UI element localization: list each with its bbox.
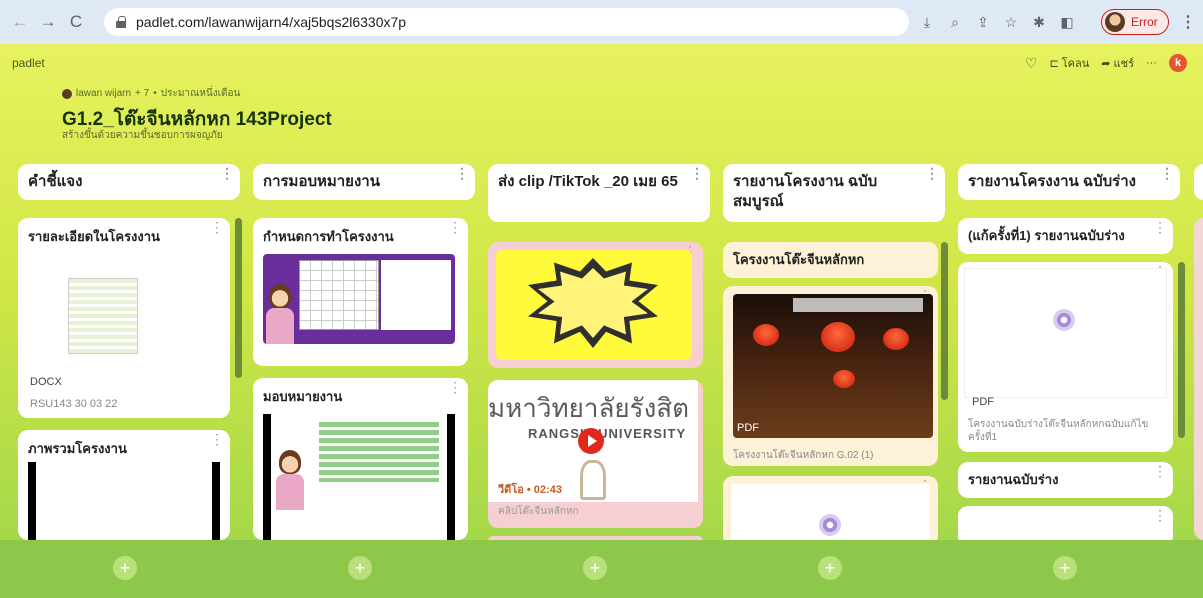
column-header[interactable]: การมอบหมายงาน xyxy=(253,164,475,200)
column-scrollbar[interactable] xyxy=(1178,262,1185,438)
post-card[interactable]: ภาพรวมโครงงาน xyxy=(18,430,230,540)
post-menu-icon[interactable] xyxy=(210,225,223,230)
padlet-logo[interactable]: padlet xyxy=(12,56,45,70)
column-menu-icon[interactable] xyxy=(925,171,938,176)
post-menu-icon[interactable] xyxy=(448,225,461,230)
column-menu-icon[interactable] xyxy=(1160,171,1173,176)
post-image xyxy=(28,462,220,540)
column-3: ส่ง clip /TikTok _20 เมย 65 xyxy=(488,164,710,222)
bookmark-star-icon[interactable]: ☆ xyxy=(1002,13,1020,31)
url-text: padlet.com/lawanwijarn4/xaj5bqs2l6330x7p xyxy=(136,14,407,30)
remake-button[interactable]: ⊏ โคลน xyxy=(1049,54,1089,72)
column-header[interactable]: รายงานโครงงาน ฉบับร่าง xyxy=(958,164,1180,200)
column-menu-icon[interactable] xyxy=(455,171,468,176)
post-card[interactable]: รายงานฉบับร่าง xyxy=(958,462,1173,498)
column-scrollbar[interactable] xyxy=(941,242,948,400)
contributor-count: + 7 xyxy=(135,88,150,99)
add-post-button[interactable]: + xyxy=(818,556,842,580)
wall-time: ประมาณหนึ่งเดือน xyxy=(160,88,241,99)
author-name: lawan wijarn xyxy=(76,88,132,99)
post-card[interactable]: มหาวิทยาลัยรังสิต RANGSIT UNIVERSITY วีด… xyxy=(488,380,703,528)
user-avatar[interactable]: k xyxy=(1169,54,1187,72)
video-duration: วีดีโอ • 02:43 xyxy=(498,484,562,496)
post-card[interactable]: (แก้ครั้งที่1) รายงานฉบับร่าง xyxy=(958,218,1173,254)
side-panel-icon[interactable]: ◧ xyxy=(1058,13,1076,31)
column-1: คำชี้แจง xyxy=(18,164,240,200)
post-menu-icon[interactable] xyxy=(1153,225,1166,230)
profile-label: Error xyxy=(1131,15,1158,29)
install-icon[interactable]: ⤓ xyxy=(918,13,936,31)
extensions-icon[interactable]: ✱ xyxy=(1030,13,1048,31)
author-avatar xyxy=(62,88,72,99)
add-post-button[interactable]: + xyxy=(583,556,607,580)
lock-icon xyxy=(116,16,126,28)
profile-button[interactable]: Error xyxy=(1101,9,1169,35)
column-scrollbar[interactable] xyxy=(235,218,242,378)
heart-icon[interactable]: ♡ xyxy=(1025,55,1038,72)
play-icon[interactable] xyxy=(578,428,604,454)
add-post-button[interactable]: + xyxy=(113,556,137,580)
post-card[interactable]: มอบหมายงาน xyxy=(253,378,468,540)
column-header[interactable] xyxy=(1194,164,1203,200)
post-card[interactable]: รายละเอียดในโครงงาน DOCX RSU143 30 03 22 xyxy=(18,218,230,418)
column-menu-icon[interactable] xyxy=(690,171,703,176)
file-name: RSU143 30 03 22 xyxy=(30,398,118,410)
more-icon[interactable]: ··· xyxy=(1146,57,1157,69)
add-post-button[interactable]: + xyxy=(348,556,372,580)
post-menu-icon[interactable] xyxy=(1153,513,1166,518)
forward-arrow-icon[interactable]: → xyxy=(34,8,62,36)
file-type-label: DOCX xyxy=(30,376,62,388)
file-type-label: PDF xyxy=(972,396,994,408)
add-post-button[interactable]: + xyxy=(1053,556,1077,580)
column-2: การมอบหมายงาน xyxy=(253,164,475,200)
file-name: โครงงานฉบับร่างโต๊ะจีนหลักหกฉบับแก้ไขครั… xyxy=(968,419,1149,443)
column-4: รายงานโครงงาน ฉบับสมบูรณ์ xyxy=(723,164,945,222)
column-header[interactable]: รายงานโครงงาน ฉบับสมบูรณ์ xyxy=(723,164,945,222)
add-post-bar: + + + + + xyxy=(0,540,1203,598)
document-thumbnail xyxy=(28,270,213,360)
share-icon[interactable]: ⇪ xyxy=(974,13,992,31)
reload-icon[interactable]: C xyxy=(62,8,90,36)
post-image xyxy=(263,254,455,344)
post-image xyxy=(964,268,1167,398)
column-header[interactable]: คำชี้แจง xyxy=(18,164,240,200)
post-image xyxy=(733,294,933,438)
post-menu-icon[interactable] xyxy=(448,385,461,390)
column-header[interactable]: ส่ง clip /TikTok _20 เมย 65 xyxy=(488,164,710,222)
browser-toolbar: ← → C padlet.com/lawanwijarn4/xaj5bqs2l6… xyxy=(0,0,1203,44)
post-card[interactable]: PDF โครงงานฉบับร่างโต๊ะจีนหลักหกฉบับแก้ไ… xyxy=(958,262,1173,452)
post-card[interactable]: โครงงานโต๊ะจีนหลักหก xyxy=(723,242,938,278)
post-card[interactable] xyxy=(1194,218,1203,540)
browser-menu-icon[interactable]: ⋮ xyxy=(1180,12,1196,32)
post-card[interactable] xyxy=(723,476,938,546)
back-arrow-icon[interactable]: ← xyxy=(6,8,34,36)
post-card[interactable]: PDF โครงงานโต๊ะจีนหลักหก G.02 (1) xyxy=(723,286,938,466)
share-button[interactable]: ➦ แชร์ xyxy=(1101,54,1134,72)
file-name: โครงงานโต๊ะจีนหลักหก G.02 (1) xyxy=(733,450,874,461)
page-subtitle: สร้างขึ้นด้วยความขึ้นชอบการผจญภัย xyxy=(62,130,223,141)
post-image xyxy=(731,484,930,544)
address-bar[interactable]: padlet.com/lawanwijarn4/xaj5bqs2l6330x7p xyxy=(104,8,909,36)
post-menu-icon[interactable] xyxy=(1153,469,1166,474)
column-menu-icon[interactable] xyxy=(220,171,233,176)
post-image xyxy=(263,414,455,540)
zoom-icon[interactable]: ⌕ xyxy=(946,13,964,31)
file-type-label: PDF xyxy=(737,422,759,434)
post-image xyxy=(496,250,692,360)
post-card[interactable]: กำหนดการทำโครงงาน xyxy=(253,218,468,366)
column-5: รายงานโครงงาน ฉบับร่าง xyxy=(958,164,1180,200)
avatar xyxy=(1105,12,1125,32)
post-card[interactable] xyxy=(488,242,703,368)
padlet-wall: padlet ♡ ⊏ โคลน ➦ แชร์ ··· k lawan wijar… xyxy=(0,44,1203,598)
wall-meta: lawan wijarn + 7 • ประมาณหนึ่งเดือน xyxy=(62,86,240,101)
post-caption: คลิปโต๊ะจีนหลักหก xyxy=(498,506,579,517)
post-menu-icon[interactable] xyxy=(210,437,223,442)
